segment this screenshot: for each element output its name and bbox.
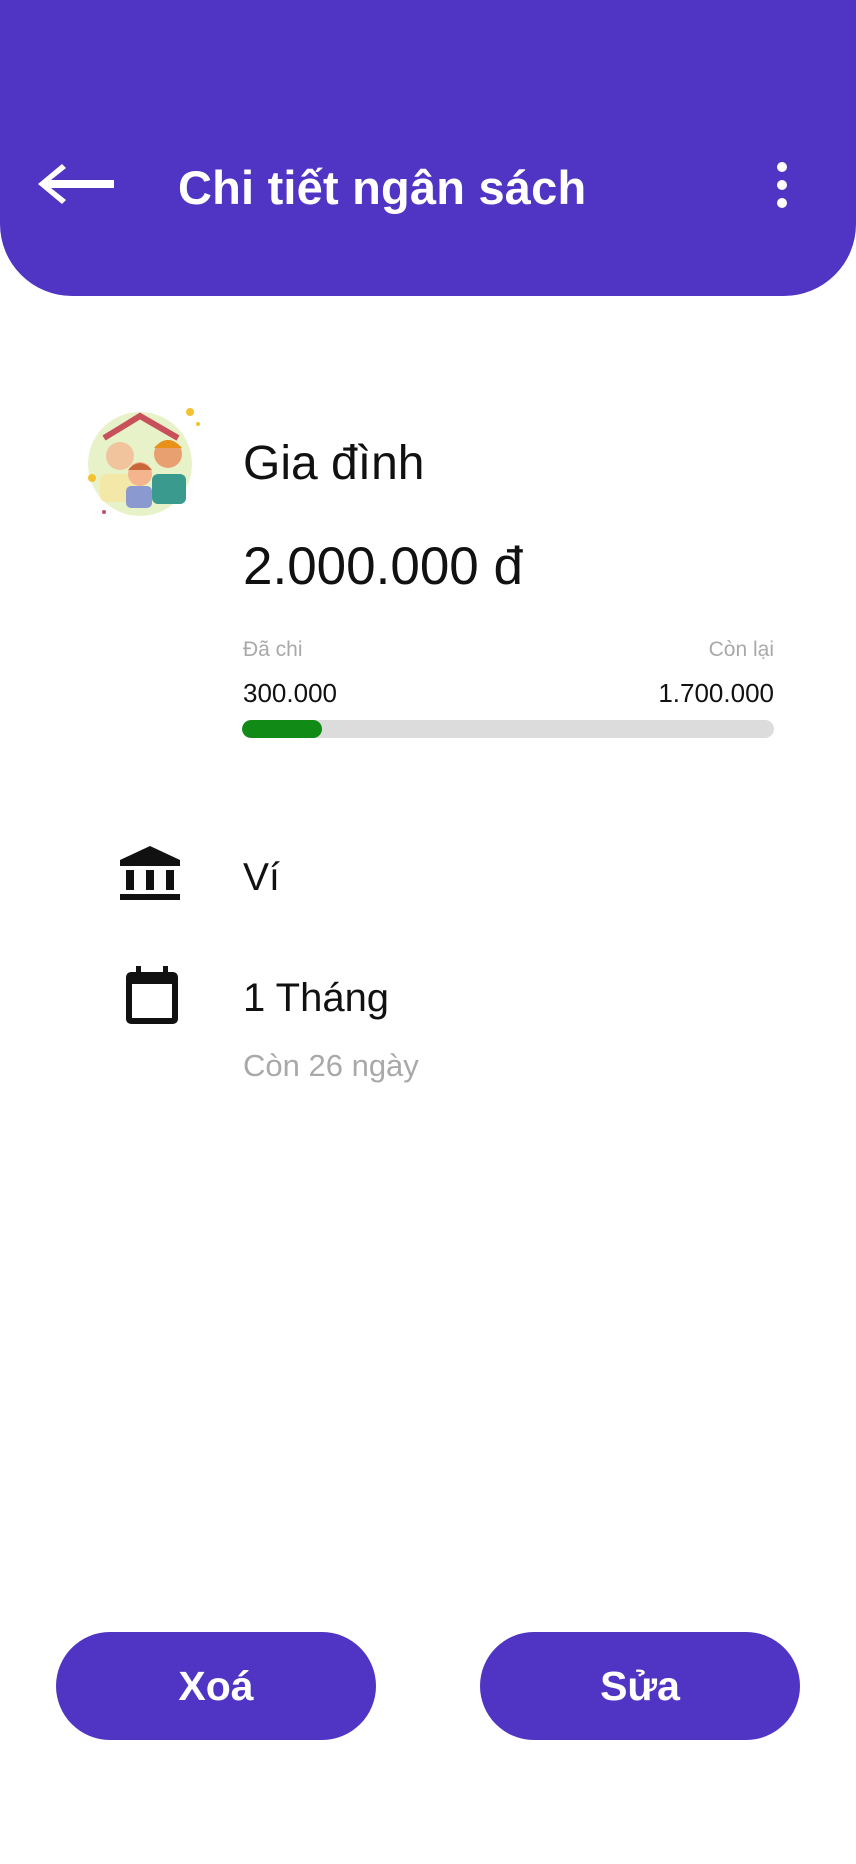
budget-progress-bar xyxy=(242,720,774,738)
more-options-button[interactable] xyxy=(768,160,796,210)
bank-icon xyxy=(118,842,182,906)
spent-value: 300.000 xyxy=(243,678,337,708)
edit-button[interactable]: Sửa xyxy=(480,1632,800,1740)
remaining-value: 1.700.000 xyxy=(658,678,774,708)
budget-amount: 2.000.000 đ xyxy=(243,537,523,596)
wallet-label: Ví xyxy=(243,856,280,899)
calendar-icon xyxy=(124,964,180,1026)
days-left-label: Còn 26 ngày xyxy=(243,1048,419,1083)
category-name: Gia đình xyxy=(243,437,425,490)
arrow-left-icon xyxy=(38,164,114,204)
delete-button[interactable]: Xoá xyxy=(56,1632,376,1740)
period-label: 1 Tháng xyxy=(243,976,390,1020)
app-header: Chi tiết ngân sách xyxy=(0,0,856,296)
budget-progress-fill xyxy=(242,720,322,738)
remaining-label: Còn lại xyxy=(708,638,774,661)
spent-label: Đã chi xyxy=(243,638,303,661)
page-title: Chi tiết ngân sách xyxy=(178,161,587,214)
family-icon xyxy=(86,404,200,518)
back-button[interactable] xyxy=(38,162,120,206)
